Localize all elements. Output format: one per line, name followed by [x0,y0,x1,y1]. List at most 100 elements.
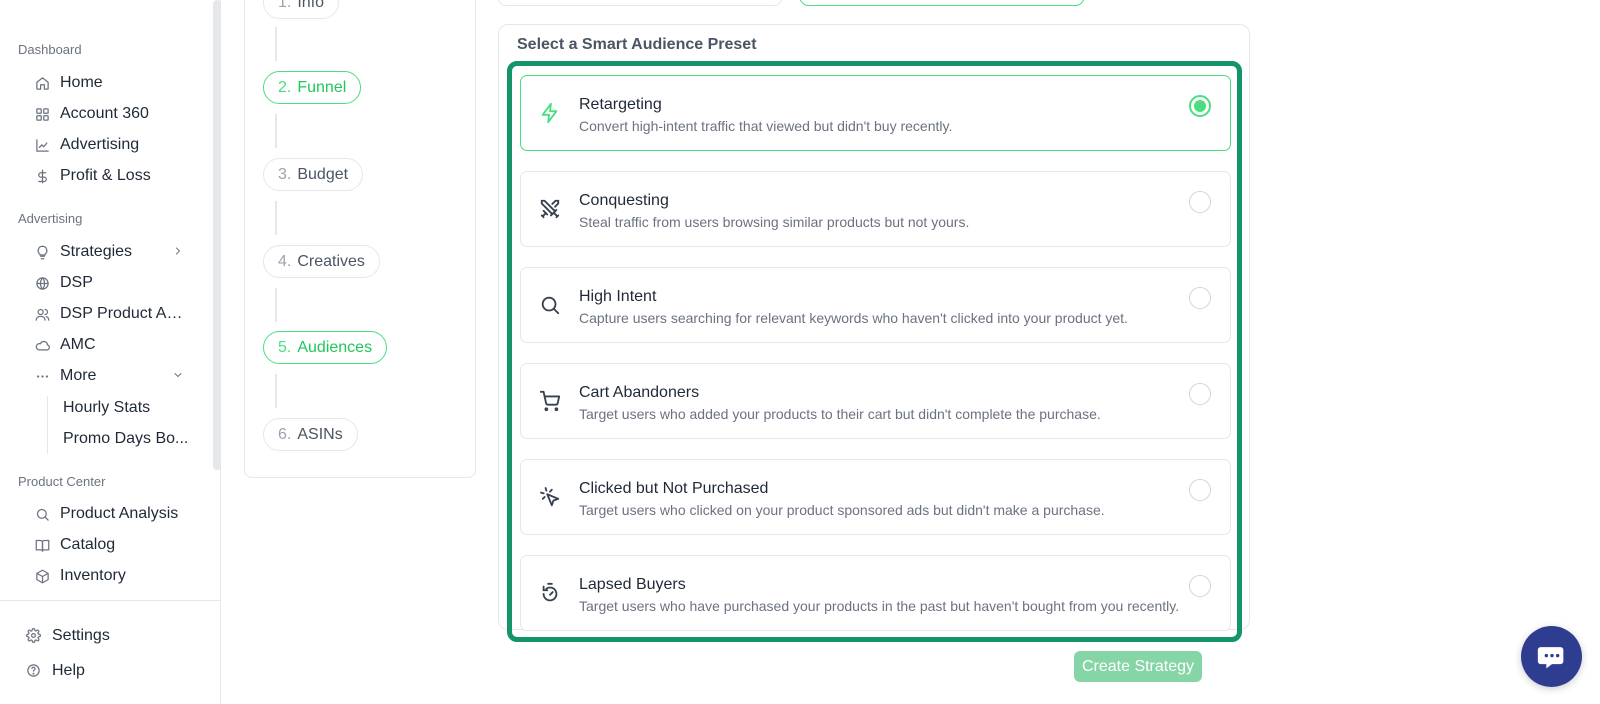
chevron-down-icon [174,373,182,378]
step-connector [275,114,277,148]
step-asins[interactable]: 6. ASINs [263,418,358,451]
step-connector [275,27,277,61]
preset-radio[interactable] [1189,191,1211,213]
sidebar: Dashboard Home Account 360 Advertising P… [0,0,221,704]
preset-title: Lapsed Buyers [579,576,686,593]
step-audiences[interactable]: 5. Audiences [263,331,388,364]
preset-radio[interactable] [1189,95,1211,117]
dollar-icon [34,168,50,184]
step-creatives[interactable]: 4. Creatives [263,245,380,278]
search-icon [34,506,50,522]
search-icon [539,294,561,316]
chat-icon [1537,646,1563,668]
step-budget[interactable]: 3. Budget [263,158,364,191]
sidebar-item-strategies[interactable]: Strategies [34,238,194,266]
step-label: Info [297,0,325,11]
step-number: 1. [278,0,292,11]
section-title-product-center: Product Center [18,474,106,489]
preset-description: Steal traffic from users browsing simila… [579,214,970,230]
sidebar-footer: Settings Help [0,600,221,704]
preset-radio[interactable] [1189,479,1211,501]
preset-conquesting[interactable]: Conquesting Steal traffic from users bro… [520,171,1231,247]
sidebar-item-dsp[interactable]: DSP [34,269,194,297]
sidebar-item-catalog[interactable]: Catalog [34,531,194,559]
sidebar-item-label: Home [60,74,103,91]
sidebar-item-label: Account 360 [60,105,149,122]
preset-lapsed-buyers[interactable]: Lapsed Buyers Target users who have purc… [520,555,1231,631]
step-label: Audiences [297,338,373,356]
step-connector [275,288,277,322]
sidebar-item-advertising[interactable]: Advertising [34,131,194,159]
section-title-dashboard: Dashboard [18,42,82,57]
create-strategy-button[interactable]: Create Strategy [1074,651,1202,682]
sidebar-item-label: More [60,367,97,384]
sidebar-item-account-360[interactable]: Account 360 [34,100,194,128]
sidebar-item-dsp-product-audiences[interactable]: DSP Product Au... [34,300,194,328]
preset-description: Capture users searching for relevant key… [579,310,1128,326]
cart-icon [539,390,561,412]
preset-high-intent[interactable]: High Intent Capture users searching for … [520,267,1231,343]
crossed-swords-icon [539,198,561,220]
help-icon [26,663,42,679]
funnel-option-card-selected[interactable] [799,0,1085,6]
sidebar-item-more[interactable]: More [34,362,194,390]
step-connector [275,201,277,235]
sidebar-item-inventory[interactable]: Inventory [34,562,194,590]
step-funnel[interactable]: 2. Funnel [263,71,362,104]
globe-icon [34,275,50,291]
sidebar-item-label: DSP Product Au... [60,305,188,322]
preset-cart-abandoners[interactable]: Cart Abandoners Target users who added y… [520,363,1231,439]
step-label: Budget [297,165,349,183]
preset-clicked-not-purchased[interactable]: Clicked but Not Purchased Target users w… [520,459,1231,535]
preset-list-highlight: Retargeting Convert high-intent traffic … [507,61,1242,642]
timer-icon [539,582,561,604]
audience-preset-title: Select a Smart Audience Preset [517,36,757,53]
sidebar-item-home[interactable]: Home [34,69,194,97]
step-number: 4. [278,252,292,270]
sidebar-subitem-promo-days[interactable]: Promo Days Bo... [63,430,193,448]
sidebar-item-label: Strategies [60,243,133,260]
step-label: Creatives [297,252,365,270]
pointer-click-icon [539,486,561,508]
cloud-icon [34,337,50,353]
sidebar-item-label: AMC [60,336,96,353]
help-link[interactable]: Help [26,658,85,684]
line-chart-icon [34,137,50,153]
funnel-option-card[interactable] [498,0,782,6]
sidebar-item-label: Profit & Loss [60,167,151,184]
lightning-icon [539,102,561,124]
preset-title: Clicked but Not Purchased [579,480,769,497]
sidebar-item-label: DSP [60,274,93,291]
lightbulb-icon [34,244,50,260]
step-label: ASINs [297,425,343,443]
box-icon [34,568,50,584]
sidebar-item-product-analysis[interactable]: Product Analysis [34,500,194,528]
chat-support-button[interactable] [1521,626,1582,687]
sidebar-item-label: Product Analysis [60,505,179,522]
step-info[interactable]: 1. Info [263,0,340,19]
preset-retargeting[interactable]: Retargeting Convert high-intent traffic … [520,75,1231,151]
preset-radio[interactable] [1189,575,1211,597]
step-number: 5. [278,338,292,356]
chevron-right-icon [176,247,181,255]
settings-link[interactable]: Settings [26,623,110,649]
preset-radio[interactable] [1189,383,1211,405]
step-label: Funnel [297,78,347,96]
book-icon [34,537,50,553]
preset-radio[interactable] [1189,287,1211,309]
sidebar-item-amc[interactable]: AMC [34,331,194,359]
step-number: 2. [278,78,292,96]
settings-label: Settings [52,627,110,644]
sidebar-item-label: Catalog [60,536,116,553]
sidebar-nav: Dashboard Home Account 360 Advertising P… [0,0,214,598]
sidebar-item-profit-loss[interactable]: Profit & Loss [34,162,194,190]
preset-title: Retargeting [579,96,662,113]
step-connector [275,374,277,408]
preset-title: High Intent [579,288,657,305]
preset-description: Target users who have purchased your pro… [579,598,1180,614]
section-title-advertising: Advertising [18,211,83,226]
sidebar-scrollbar[interactable] [213,0,221,470]
sidebar-subitem-hourly-stats[interactable]: Hourly Stats [63,399,193,417]
ellipsis-icon [34,368,50,384]
help-label: Help [52,662,85,679]
